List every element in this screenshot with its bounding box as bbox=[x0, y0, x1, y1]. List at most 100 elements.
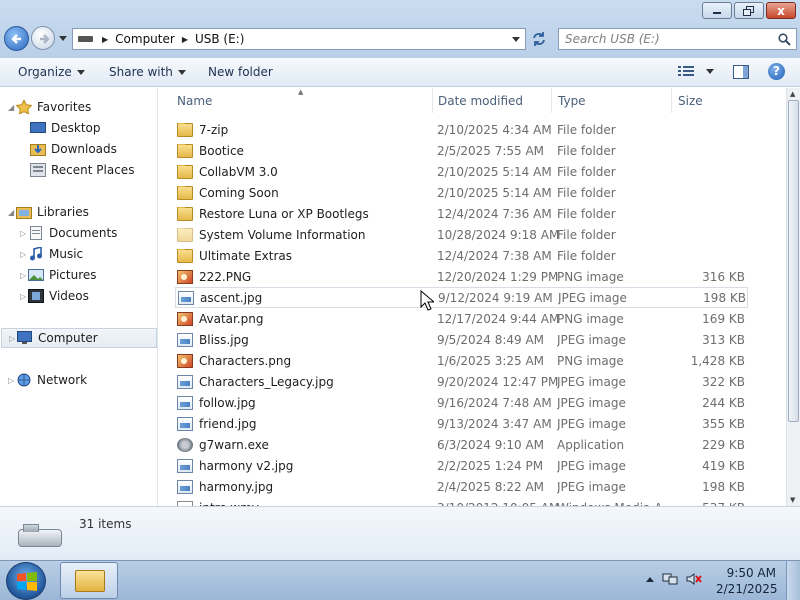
nav-downloads[interactable]: Downloads bbox=[30, 139, 117, 159]
minimize-button[interactable] bbox=[702, 2, 732, 19]
volume-muted-icon[interactable] bbox=[686, 571, 702, 587]
expand-icon[interactable]: ▷ bbox=[20, 229, 28, 238]
file-size: 313 KB bbox=[702, 332, 745, 347]
file-row[interactable]: System Volume Information 10/28/2024 9:18… bbox=[175, 224, 748, 245]
nav-libraries[interactable]: ◢ Libraries bbox=[8, 202, 89, 222]
system-clock[interactable]: 9:50 AM 2/21/2025 bbox=[716, 565, 778, 597]
file-row[interactable]: intro.wmv3/10/2012 10:05 AMWindows Media… bbox=[175, 497, 748, 506]
file-row[interactable]: harmony.jpg 2/4/2025 8:22 AM JPEG image 198… bbox=[175, 476, 748, 497]
file-name-cell: Coming Soon bbox=[175, 185, 437, 200]
taskbar-windows-explorer[interactable] bbox=[60, 562, 118, 599]
nav-videos[interactable]: ▷ Videos bbox=[20, 286, 89, 306]
start-button[interactable] bbox=[6, 562, 46, 600]
file-row[interactable]: CollabVM 3.0 2/10/2025 5:14 AM File folder bbox=[175, 161, 748, 182]
breadcrumb-separator-icon[interactable]: ▶ bbox=[102, 35, 108, 44]
show-desktop-button[interactable] bbox=[786, 561, 800, 600]
network-status-icon[interactable] bbox=[662, 571, 678, 587]
scrollbar-thumb[interactable] bbox=[788, 100, 799, 422]
nav-music-label: Music bbox=[49, 247, 84, 261]
file-name: g7warn.exe bbox=[199, 437, 269, 452]
file-row[interactable]: Bootice 2/5/2025 7:55 AM File folder bbox=[175, 140, 748, 161]
organize-button[interactable]: Organize bbox=[18, 65, 85, 79]
refresh-button[interactable] bbox=[528, 28, 550, 50]
file-row[interactable]: 222.PNG 12/20/2024 1:29 PM PNG image 316 KB bbox=[175, 266, 748, 287]
nav-music[interactable]: ▷ Music bbox=[20, 244, 83, 264]
expand-icon[interactable]: ▷ bbox=[8, 376, 16, 385]
column-header-date-modified[interactable]: Date modified bbox=[432, 88, 552, 113]
nav-desktop[interactable]: Desktop bbox=[30, 118, 101, 138]
close-button[interactable]: x bbox=[766, 2, 796, 19]
nav-favorites[interactable]: ◢ Favorites bbox=[8, 97, 91, 117]
file-row[interactable]: Restore Luna or XP Bootlegs 12/4/2024 7:3… bbox=[175, 203, 748, 224]
file-date-modified: 12/4/2024 7:38 AM bbox=[437, 248, 552, 263]
file-row[interactable]: Avatar.png 12/17/2024 9:44 AM PNG image 169… bbox=[175, 308, 748, 329]
show-hidden-icons-icon[interactable] bbox=[646, 576, 654, 582]
change-view-button[interactable] bbox=[678, 65, 714, 77]
column-header-name[interactable]: Name bbox=[171, 88, 433, 113]
search-box[interactable] bbox=[558, 28, 797, 50]
forward-button[interactable] bbox=[31, 26, 55, 50]
breadcrumb-computer[interactable]: Computer bbox=[115, 32, 175, 46]
file-type: Application bbox=[557, 437, 625, 452]
window-controls: x bbox=[702, 2, 796, 19]
usb-drive-icon bbox=[18, 524, 62, 547]
scroll-down-icon[interactable]: ▼ bbox=[790, 496, 795, 504]
vertical-scrollbar[interactable]: ▲ ▼ bbox=[786, 88, 800, 506]
new-folder-button[interactable]: New folder bbox=[208, 65, 273, 79]
search-input[interactable] bbox=[559, 29, 769, 49]
nav-recent-places-label: Recent Places bbox=[51, 163, 135, 177]
file-size: 169 KB bbox=[702, 311, 745, 326]
file-name-cell: Bliss.jpg bbox=[175, 332, 437, 347]
expand-icon[interactable]: ▷ bbox=[9, 334, 17, 343]
nav-computer[interactable]: ▷ Computer bbox=[1, 328, 157, 348]
file-row[interactable]: Bliss.jpg 9/5/2024 8:49 AM JPEG image 313 K… bbox=[175, 329, 748, 350]
expand-icon[interactable]: ▷ bbox=[20, 292, 28, 301]
file-type: File folder bbox=[557, 143, 616, 158]
file-row[interactable]: friend.jpg 9/13/2024 3:47 AM JPEG image 355… bbox=[175, 413, 748, 434]
maximize-button[interactable] bbox=[734, 2, 764, 19]
scroll-up-icon[interactable]: ▲ bbox=[790, 90, 795, 98]
search-icon[interactable] bbox=[778, 33, 791, 46]
jpeg-image-icon bbox=[177, 416, 193, 431]
file-type: JPEG image bbox=[557, 395, 626, 410]
file-row[interactable]: Coming Soon 2/10/2025 5:14 AM File folder bbox=[175, 182, 748, 203]
drive-icon bbox=[78, 36, 93, 42]
file-row[interactable]: follow.jpg 9/16/2024 7:48 AM JPEG image 244… bbox=[175, 392, 748, 413]
file-date-modified: 1/6/2025 3:25 AM bbox=[437, 353, 545, 368]
file-date-modified: 2/10/2025 4:34 AM bbox=[437, 122, 552, 137]
file-row[interactable]: Characters.png 1/6/2025 3:25 AM PNG image 1… bbox=[175, 350, 748, 371]
address-dropdown-icon[interactable] bbox=[511, 34, 521, 44]
collapse-icon[interactable]: ◢ bbox=[8, 208, 16, 217]
share-with-button[interactable]: Share with bbox=[109, 65, 186, 79]
recent-pages-dropdown-icon[interactable] bbox=[58, 33, 68, 43]
column-header-type[interactable]: Type bbox=[552, 88, 672, 113]
organize-label: Organize bbox=[18, 65, 72, 79]
file-row[interactable]: ascent.jpg 9/12/2024 9:19 AM JPEG image 198… bbox=[175, 287, 748, 308]
file-date-modified: 2/4/2025 8:22 AM bbox=[437, 479, 545, 494]
column-header-size[interactable]: Size bbox=[672, 88, 786, 113]
file-row[interactable]: 7-zip 2/10/2025 4:34 AM File folder bbox=[175, 119, 748, 140]
nav-computer-label: Computer bbox=[38, 331, 98, 345]
expand-icon[interactable]: ▷ bbox=[20, 271, 28, 280]
preview-pane-button[interactable] bbox=[733, 65, 749, 79]
file-name: Bootice bbox=[199, 143, 244, 158]
expand-icon[interactable]: ▷ bbox=[20, 250, 28, 259]
help-button[interactable]: ? bbox=[768, 63, 785, 80]
file-row[interactable]: g7warn.exe 6/3/2024 9:10 AM Application 229… bbox=[175, 434, 748, 455]
music-note-icon bbox=[30, 247, 42, 261]
file-row[interactable]: Ultimate Extras 12/4/2024 7:38 AM File fol… bbox=[175, 245, 748, 266]
file-row[interactable]: Characters_Legacy.jpg 9/20/2024 12:47 PM J… bbox=[175, 371, 748, 392]
breadcrumb-separator-icon[interactable]: ▶ bbox=[182, 35, 188, 44]
nav-pictures[interactable]: ▷ Pictures bbox=[20, 265, 97, 285]
nav-documents[interactable]: ▷ Documents bbox=[20, 223, 117, 243]
address-bar[interactable]: ▶ Computer ▶ USB (E:) bbox=[72, 28, 526, 50]
collapse-icon[interactable]: ◢ bbox=[8, 103, 16, 112]
nav-network[interactable]: ▷ Network bbox=[8, 370, 87, 390]
file-name-cell: Characters_Legacy.jpg bbox=[175, 374, 437, 389]
file-row[interactable]: harmony v2.jpg 2/2/2025 1:24 PM JPEG image… bbox=[175, 455, 748, 476]
file-name-cell: Avatar.png bbox=[175, 311, 437, 326]
breadcrumb-usb-drive[interactable]: USB (E:) bbox=[195, 32, 244, 46]
back-button[interactable] bbox=[4, 26, 29, 51]
png-image-icon bbox=[177, 269, 193, 284]
nav-recent-places[interactable]: Recent Places bbox=[30, 160, 134, 180]
